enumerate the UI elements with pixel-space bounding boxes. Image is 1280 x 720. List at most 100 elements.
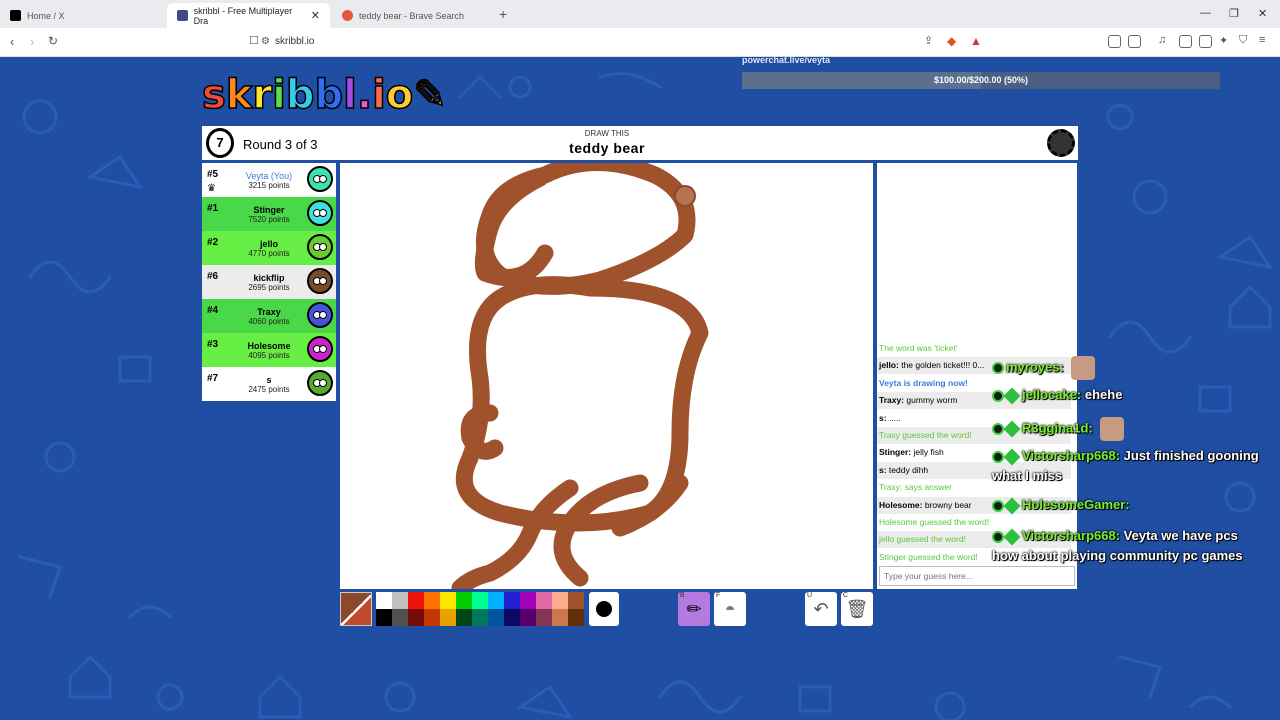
stream-chat-line: how about playing community pc games [992, 548, 1243, 563]
media-icon[interactable]: ♫ [1158, 34, 1166, 46]
skribbl-favicon-icon [177, 10, 188, 21]
mod-badge-icon [992, 362, 1004, 374]
tab-search-icon[interactable] [1128, 35, 1141, 48]
sub-badge-icon [1003, 448, 1021, 466]
reload-icon[interactable]: ↻ [48, 34, 58, 48]
restore-icon[interactable]: ❐ [1229, 7, 1239, 20]
drawing-canvas[interactable] [340, 163, 873, 589]
new-tab-icon[interactable]: + [499, 6, 507, 22]
fill-tool-button[interactable]: F ◓ [714, 592, 746, 626]
color-swatch[interactable] [520, 592, 536, 609]
player-row[interactable]: #7 s 2475 points [202, 367, 336, 401]
chat-text: ..... [886, 412, 901, 423]
color-swatch[interactable] [504, 592, 520, 609]
sidebar-icon[interactable] [1179, 35, 1192, 48]
color-swatch[interactable] [456, 592, 472, 609]
stream-message: Veyta we have pcs [1123, 528, 1238, 543]
wallet-icon[interactable] [1199, 35, 1212, 48]
brave-shields-icon[interactable]: ◆ [947, 34, 956, 48]
player-row[interactable]: #5 ♛ Veyta (You) 3215 points [202, 163, 336, 197]
chat-sender: Holesome: [879, 499, 923, 510]
color-swatch[interactable] [504, 609, 520, 626]
current-color-preview[interactable] [340, 592, 372, 626]
sub-badge-icon [1003, 528, 1021, 546]
sub-badge-icon [1003, 420, 1021, 438]
stream-chat-line: myroyes: [992, 356, 1096, 380]
color-swatch[interactable] [392, 609, 408, 626]
tab-brave-search[interactable]: teddy bear - Brave Search [332, 3, 492, 28]
player-points: 4060 points [248, 317, 290, 326]
color-swatch[interactable] [552, 609, 568, 626]
brave-search-favicon-icon [342, 10, 353, 21]
minimize-icon[interactable]: — [1200, 7, 1211, 19]
color-swatch[interactable] [472, 592, 488, 609]
close-window-icon[interactable]: ✕ [1258, 7, 1267, 20]
crown-icon: ♛ [207, 183, 216, 194]
color-swatch[interactable] [568, 609, 584, 626]
tab-x-home[interactable]: Home / X [0, 3, 165, 28]
player-row[interactable]: #2 jello 4770 points [202, 231, 336, 265]
color-swatch[interactable] [440, 609, 456, 626]
chat-text: Traxy guessed the word! [879, 430, 972, 440]
color-swatch[interactable] [392, 592, 408, 609]
chat-text: jelly fish [911, 447, 944, 458]
stream-message: what I miss [992, 468, 1063, 483]
clear-button[interactable]: C 🗑 [841, 592, 873, 626]
player-name: Holesome [247, 341, 291, 351]
player-row[interactable]: #4 Traxy 4060 points [202, 299, 336, 333]
color-swatch[interactable] [472, 609, 488, 626]
color-swatch[interactable] [456, 609, 472, 626]
stream-chat-line: Victorsharp668: Veyta we have pcs [992, 528, 1238, 546]
color-swatch[interactable] [408, 609, 424, 626]
guess-input[interactable] [879, 566, 1075, 586]
color-swatch[interactable] [376, 609, 392, 626]
color-swatch[interactable] [568, 592, 584, 609]
player-rank: #2 [207, 237, 219, 248]
stream-message: how about playing community pc games [992, 548, 1243, 563]
close-tab-icon[interactable]: ✕ [311, 9, 320, 22]
color-swatch[interactable] [424, 592, 440, 609]
extensions-icon[interactable] [1108, 35, 1121, 48]
color-swatch[interactable] [440, 592, 456, 609]
player-rank: #6 [207, 271, 219, 282]
avatar [307, 234, 333, 260]
stream-username: myroyes: [1006, 359, 1064, 375]
settings-gear-icon[interactable] [1047, 129, 1075, 157]
tab-skribbl[interactable]: skribbl - Free Multiplayer Dra ✕ [167, 3, 330, 28]
brush-cursor-icon [674, 185, 696, 207]
color-swatch[interactable] [536, 592, 552, 609]
player-row[interactable]: #3 Holesome 4095 points [202, 333, 336, 367]
color-swatch[interactable] [520, 609, 536, 626]
player-row[interactable]: #1 Stinger 7520 points [202, 197, 336, 231]
color-swatch[interactable] [376, 592, 392, 609]
color-swatch[interactable] [488, 592, 504, 609]
chat-sender: Stinger: [879, 447, 912, 458]
draw-this-label: DRAW THIS [584, 129, 630, 138]
color-swatch[interactable] [552, 592, 568, 609]
player-name: jello [259, 239, 278, 249]
bookmark-icon[interactable]: ☐ [249, 34, 259, 47]
leo-ai-icon[interactable]: ✦ [1219, 34, 1228, 47]
back-icon[interactable]: ‹ [10, 34, 14, 49]
stream-username: R3ggina1d: [1022, 420, 1093, 436]
chat-sender: s: [879, 464, 887, 475]
site-settings-icon[interactable]: ⚙ [261, 36, 270, 47]
stream-chat-line: R3ggina1d: [992, 417, 1125, 441]
chat-message: The word was 'ticket' [877, 340, 1071, 357]
forward-icon[interactable]: › [30, 34, 34, 49]
vpn-icon[interactable]: ⛉ [1239, 34, 1247, 47]
undo-button[interactable]: U ↶ [805, 592, 837, 626]
pencil-tool-button[interactable]: B ✏ [678, 592, 710, 626]
color-swatch[interactable] [488, 609, 504, 626]
color-swatch[interactable] [408, 592, 424, 609]
chat-text: teddy dihh [886, 464, 929, 475]
url-field[interactable]: skribbl.io [275, 36, 314, 47]
color-swatch[interactable] [536, 609, 552, 626]
menu-icon[interactable]: ≡ [1259, 34, 1265, 46]
share-icon[interactable]: ⇪ [924, 34, 933, 47]
player-row[interactable]: #6 kickflip 2695 points [202, 265, 336, 299]
tab-title: Home / X [27, 10, 65, 21]
color-swatch[interactable] [424, 609, 440, 626]
brush-size-button[interactable] [589, 592, 619, 626]
brave-rewards-icon[interactable]: ▲ [970, 34, 982, 48]
